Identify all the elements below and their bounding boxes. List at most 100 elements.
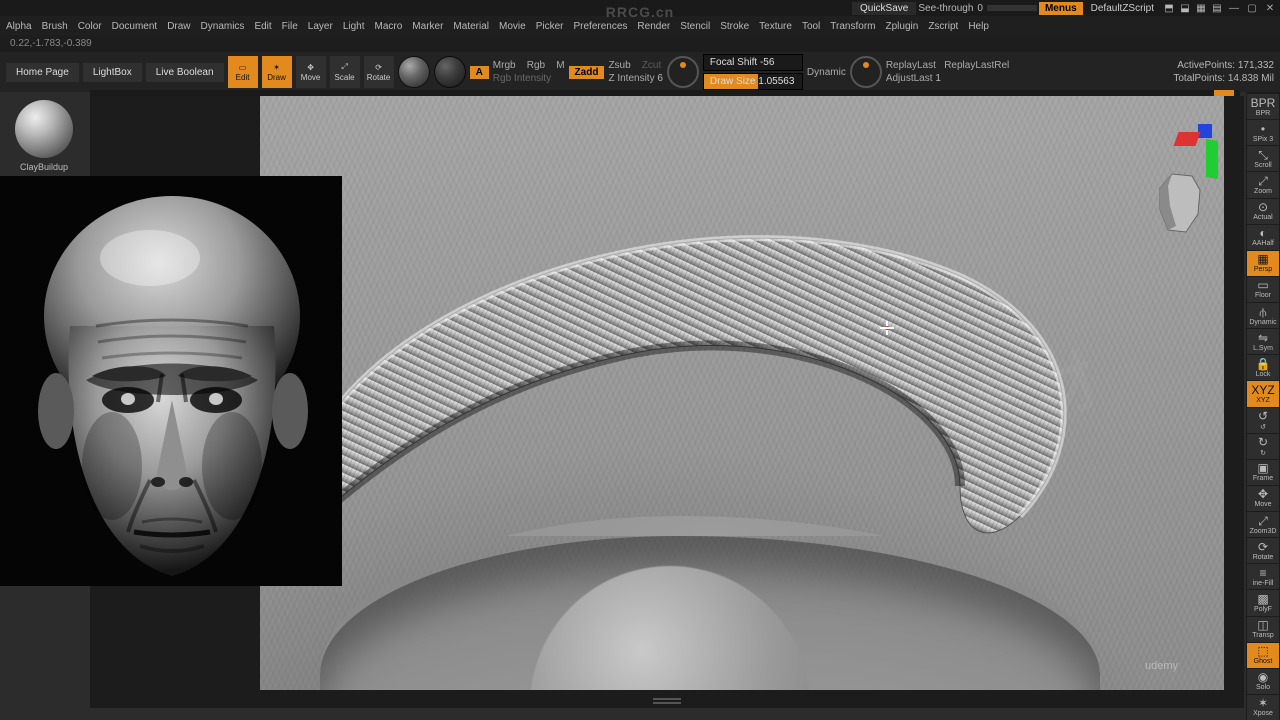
rightbar-ghost[interactable]: ⬚Ghost	[1247, 643, 1279, 668]
zcut-button[interactable]: Zcut	[642, 60, 661, 71]
menu-file[interactable]: File	[282, 21, 298, 32]
material-sphere[interactable]	[398, 56, 430, 88]
menu-light[interactable]: Light	[343, 21, 365, 32]
rightbar-zoom[interactable]: ⤢Zoom	[1247, 172, 1279, 197]
totalpoints-label: TotalPoints:	[1173, 73, 1225, 84]
menu-transform[interactable]: Transform	[830, 21, 875, 32]
rightbar-lock[interactable]: 🔒Lock	[1247, 355, 1279, 380]
rightbar--[interactable]: ↺↺	[1247, 408, 1279, 433]
menu-dynamics[interactable]: Dynamics	[201, 21, 245, 32]
menu-texture[interactable]: Texture	[759, 21, 792, 32]
menu-stencil[interactable]: Stencil	[680, 21, 710, 32]
rightbar-xpose[interactable]: ✶Xpose	[1247, 695, 1279, 720]
menu-material[interactable]: Material	[453, 21, 489, 32]
zadd-button[interactable]: Zadd	[569, 66, 605, 79]
adjustlast-value[interactable]: 1	[935, 73, 941, 84]
udemy-watermark: udemy	[1145, 660, 1178, 672]
viewport[interactable]: 素材 RRCG 人人素材 udemy	[260, 96, 1224, 690]
rightbar-actual[interactable]: ⊙Actual	[1247, 199, 1279, 224]
quicksave-button[interactable]: QuickSave	[852, 2, 916, 15]
rightbar-transp[interactable]: ◫Transp	[1247, 617, 1279, 642]
menu-alpha[interactable]: Alpha	[6, 21, 32, 32]
menu-brush[interactable]: Brush	[42, 21, 68, 32]
menu-color[interactable]: Color	[78, 21, 102, 32]
menu-draw[interactable]: Draw	[167, 21, 190, 32]
layout-b-icon[interactable]: ⬓	[1178, 1, 1192, 15]
menu-movie[interactable]: Movie	[499, 21, 526, 32]
replaylast-button[interactable]: ReplayLast	[886, 60, 936, 71]
menu-macro[interactable]: Macro	[375, 21, 403, 32]
rightbar-rotate[interactable]: ⟳Rotate	[1247, 538, 1279, 563]
seethrough-label: See-through	[918, 3, 973, 14]
move-mode-button[interactable]: ✥Move	[296, 56, 326, 88]
layout-a-icon[interactable]: ⬒	[1162, 1, 1176, 15]
z-intensity-value[interactable]: 6	[657, 73, 663, 84]
menu-stroke[interactable]: Stroke	[720, 21, 749, 32]
menu-help[interactable]: Help	[968, 21, 989, 32]
adjustlast-label: AdjustLast	[886, 73, 933, 84]
shader-sphere[interactable]	[434, 56, 466, 88]
live-boolean-button[interactable]: Live Boolean	[146, 63, 224, 82]
rightbar-dynamic[interactable]: ⫛Dynamic	[1247, 303, 1279, 328]
rightbar-zoom3d[interactable]: ⤢Zoom3D	[1247, 512, 1279, 537]
edit-mode-button[interactable]: ▭Edit	[228, 56, 258, 88]
replaylastrel-button[interactable]: ReplayLastRel	[944, 60, 1009, 71]
rightbar-polyf[interactable]: ▩PolyF	[1247, 590, 1279, 615]
menu-render[interactable]: Render	[637, 21, 670, 32]
axis-z-icon	[1198, 124, 1212, 138]
lightbox-button[interactable]: LightBox	[83, 63, 142, 82]
close-button[interactable]: ✕	[1262, 1, 1278, 15]
a-tag[interactable]: A	[470, 66, 489, 79]
rgb-button[interactable]: Rgb	[527, 60, 545, 71]
rightbar-l-sym[interactable]: ⇋L.Sym	[1247, 329, 1279, 354]
menu-tool[interactable]: Tool	[802, 21, 820, 32]
menu-zscript[interactable]: Zscript	[928, 21, 958, 32]
home-page-button[interactable]: Home Page	[6, 63, 79, 82]
layout-c-icon[interactable]: ▦	[1194, 1, 1208, 15]
scale-mode-button[interactable]: ⤢Scale	[330, 56, 360, 88]
focal-dial[interactable]	[667, 56, 699, 88]
menu-zplugin[interactable]: Zplugin	[886, 21, 919, 32]
rightbar-bpr[interactable]: BPRBPR	[1247, 94, 1279, 119]
seethrough-slider[interactable]	[987, 5, 1037, 11]
brush-thumbnail[interactable]	[15, 100, 73, 158]
draw-mode-button[interactable]: ✶Draw	[262, 56, 292, 88]
totalpoints-value: 14.838 Mil	[1228, 73, 1274, 84]
rightbar-frame[interactable]: ▣Frame	[1247, 460, 1279, 485]
maximize-button[interactable]: ▢	[1244, 1, 1260, 15]
rightbar-move[interactable]: ✥Move	[1247, 486, 1279, 511]
dynamic-toggle[interactable]: Dynamic	[807, 67, 846, 78]
axis-x-icon	[1173, 132, 1200, 146]
menu-layer[interactable]: Layer	[308, 21, 333, 32]
layout-d-icon[interactable]: ▤	[1210, 1, 1224, 15]
menu-marker[interactable]: Marker	[412, 21, 443, 32]
reference-image	[0, 176, 342, 586]
menu-preferences[interactable]: Preferences	[573, 21, 627, 32]
menu-picker[interactable]: Picker	[536, 21, 564, 32]
z-intensity-label: Z Intensity	[608, 73, 654, 84]
menu-document[interactable]: Document	[112, 21, 158, 32]
rotate-mode-button[interactable]: ⟳Rotate	[364, 56, 394, 88]
rightbar-floor[interactable]: ▭Floor	[1247, 277, 1279, 302]
focal-shift-field[interactable]: Focal Shift -56	[703, 54, 803, 71]
menus-toggle[interactable]: Menus	[1039, 2, 1083, 15]
rightbar--[interactable]: ↻↻	[1247, 434, 1279, 459]
mrgb-button[interactable]: Mrgb	[493, 60, 516, 71]
rightbar-aahalf[interactable]: ◐AAHalf	[1247, 225, 1279, 250]
menu-edit[interactable]: Edit	[254, 21, 271, 32]
watermark-top: RRCG.cn	[606, 4, 674, 20]
rightbar-scroll[interactable]: ⤡Scroll	[1247, 146, 1279, 171]
rightbar-persp[interactable]: ▦Persp	[1247, 251, 1279, 276]
default-zscript[interactable]: DefaultZScript	[1085, 2, 1160, 15]
m-button[interactable]: M	[556, 60, 564, 71]
rightbar-xyz[interactable]: XYZXYZ	[1247, 381, 1279, 406]
rightbar-spix-3[interactable]: •SPix 3	[1247, 120, 1279, 145]
rightbar-solo[interactable]: ◉Solo	[1247, 669, 1279, 694]
replay-dial[interactable]	[850, 56, 882, 88]
zsub-button[interactable]: Zsub	[608, 60, 630, 71]
nav-gizmo[interactable]	[1140, 110, 1240, 230]
draw-size-field[interactable]: Draw Size 1.05563	[703, 73, 803, 90]
minimize-button[interactable]: —	[1226, 1, 1242, 15]
rightbar-ine-fill[interactable]: ≡ine-Fill	[1247, 564, 1279, 589]
panel-resize-handle[interactable]	[653, 698, 681, 704]
